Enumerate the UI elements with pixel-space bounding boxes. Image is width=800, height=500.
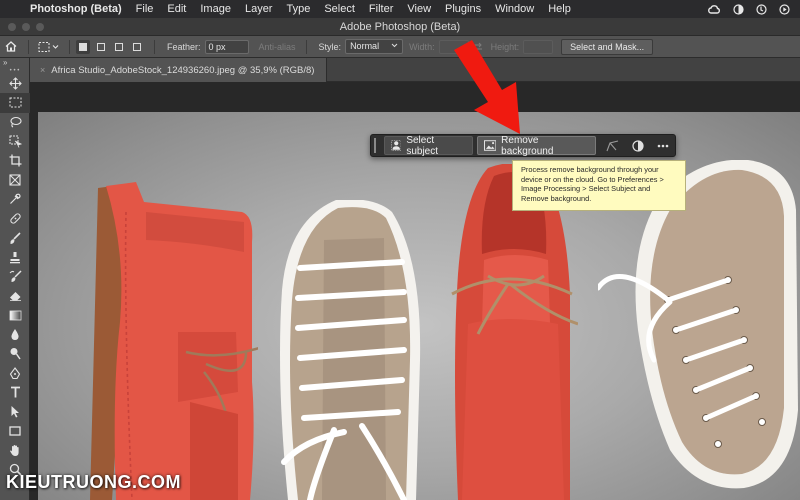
dodge-icon[interactable] (0, 344, 30, 363)
photoshop-window: Photoshop (Beta) File Edit Image Layer T… (0, 0, 800, 500)
control-center-icon[interactable] (756, 3, 767, 15)
document-tab-bar: × Africa Studio_AdobeStock_124936260.jpe… (30, 58, 800, 82)
clone-stamp-icon[interactable] (0, 248, 30, 267)
pen-icon[interactable] (0, 363, 30, 382)
feather-input[interactable]: 0 px (204, 39, 249, 54)
move-icon[interactable] (0, 74, 30, 93)
menu-file[interactable]: File (136, 3, 154, 15)
history-brush-icon[interactable] (0, 267, 30, 286)
window-title: Adobe Photoshop (Beta) (339, 20, 461, 33)
rectangle-icon[interactable] (0, 421, 30, 440)
menu-view[interactable]: View (407, 3, 431, 15)
collapse-panel-icon[interactable]: » (0, 58, 29, 68)
beige-sneaker-image (280, 200, 421, 500)
menu-image[interactable]: Image (200, 3, 231, 15)
remove-background-button[interactable]: Remove background (476, 134, 597, 157)
anti-alias-checkbox[interactable]: Anti-alias (259, 42, 296, 52)
contextual-task-bar: Select subject Remove background (370, 134, 676, 157)
crop-icon[interactable] (0, 151, 30, 170)
home-icon[interactable] (0, 36, 22, 58)
macos-menu-bar: Photoshop (Beta) File Edit Image Layer T… (0, 0, 800, 18)
divider (69, 39, 70, 54)
adjustment-layer-icon[interactable] (625, 136, 650, 155)
play-icon[interactable] (779, 3, 790, 15)
window-title-bar: Adobe Photoshop (Beta) (0, 18, 800, 36)
path-select-icon[interactable] (0, 402, 30, 421)
lasso-icon[interactable] (0, 113, 30, 132)
menu-edit[interactable]: Edit (167, 3, 186, 15)
frame-icon[interactable] (0, 170, 30, 189)
divider (154, 39, 155, 54)
intersect-selection-icon[interactable] (130, 40, 144, 54)
type-icon[interactable] (0, 383, 30, 402)
menu-help[interactable]: Help (548, 3, 571, 15)
menu-select[interactable]: Select (324, 3, 355, 15)
divider (305, 39, 307, 54)
style-dropdown[interactable]: Normal (345, 39, 404, 54)
menu-plugins[interactable]: Plugins (445, 3, 481, 15)
blur-icon[interactable] (0, 325, 30, 344)
add-to-selection-icon[interactable] (94, 40, 108, 54)
options-bar: Feather: 0 px Anti-alias Style: Normal W… (0, 36, 800, 58)
marquee-icon[interactable] (0, 93, 30, 113)
person-icon (390, 140, 402, 151)
remove-background-label: Remove background (501, 134, 554, 157)
chevron-down-icon (391, 43, 398, 48)
width-label: Width: (409, 41, 435, 52)
document-tab[interactable]: × Africa Studio_AdobeStock_124936260.jpe… (30, 58, 328, 82)
close-window-button[interactable] (8, 23, 16, 31)
red-shoe-image (451, 164, 578, 500)
app-name-menu[interactable]: Photoshop (Beta) (30, 3, 122, 15)
menu-filter[interactable]: Filter (369, 3, 393, 15)
eyedropper-icon[interactable] (0, 190, 30, 209)
watermark-text: KIEUTRUONG.COM (6, 472, 181, 492)
hand-icon[interactable] (0, 441, 30, 460)
tools-panel: » • • • (0, 58, 30, 500)
image-icon (483, 140, 497, 151)
close-tab-icon[interactable]: × (40, 65, 45, 75)
document-tab-label: Africa Studio_AdobeStock_124936260.jpeg … (51, 64, 315, 76)
healing-brush-icon[interactable] (0, 209, 30, 228)
window-controls (8, 23, 44, 31)
creative-cloud-icon[interactable] (707, 4, 721, 15)
select-subject-button[interactable]: Select subject (383, 134, 473, 157)
new-selection-icon[interactable] (76, 39, 90, 54)
remove-background-tooltip: Process remove background through your d… (512, 160, 686, 211)
menu-type[interactable]: Type (286, 3, 310, 15)
crop-icon[interactable] (600, 136, 625, 155)
eraser-icon[interactable] (0, 286, 30, 305)
select-and-mask-button[interactable]: Select and Mask... (561, 38, 654, 55)
gradient-icon[interactable] (0, 306, 30, 325)
feather-label: Feather: (167, 41, 201, 52)
red-arrow-annotation (454, 40, 520, 134)
red-boot-image (90, 182, 258, 500)
menubar-status-icons (707, 0, 790, 18)
brush-icon[interactable] (0, 228, 30, 247)
divider (28, 39, 29, 54)
zoom-window-button[interactable] (36, 23, 44, 31)
minimize-window-button[interactable] (22, 23, 30, 31)
select-subject-label: Select subject (406, 134, 439, 157)
style-value: Normal (350, 41, 380, 51)
tool-preset-picker[interactable] (35, 36, 63, 58)
subtract-from-selection-icon[interactable] (112, 40, 126, 54)
more-options-icon[interactable] (650, 136, 675, 155)
brightness-icon[interactable] (733, 3, 744, 15)
menu-layer[interactable]: Layer (245, 3, 273, 15)
taskbar-drag-handle[interactable] (374, 138, 380, 153)
menu-window[interactable]: Window (495, 3, 534, 15)
object-select-icon[interactable] (0, 132, 30, 151)
style-label: Style: (318, 41, 342, 52)
